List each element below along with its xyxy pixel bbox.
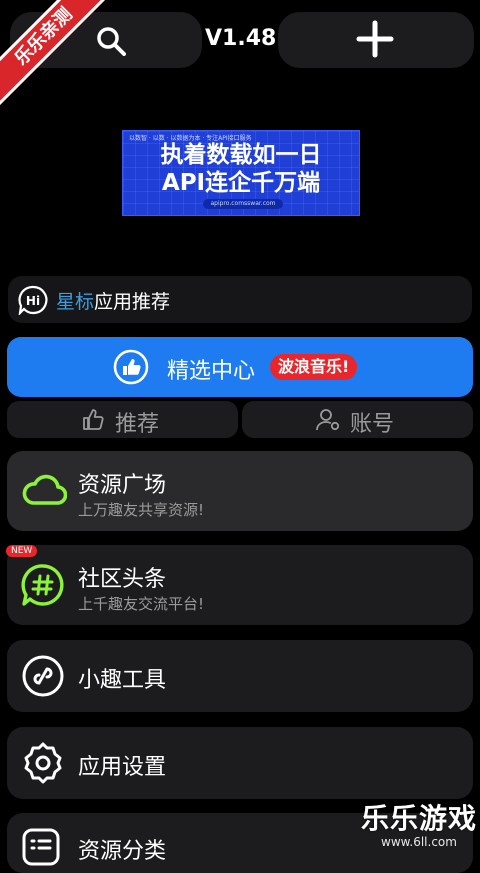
- featured-badge: 波浪音乐!: [270, 354, 358, 380]
- ad-banner[interactable]: 以数智 · 以数 · 以数据为本 · 专注API接口服务 执着数载如一日 API…: [122, 130, 360, 216]
- cloud-icon: [21, 469, 67, 509]
- tools-title: 小趣工具: [78, 668, 167, 693]
- new-badge: NEW: [6, 545, 38, 557]
- featured-center-button[interactable]: 精选中心 波浪音乐!: [7, 337, 473, 397]
- featured-label: 精选中心: [167, 359, 256, 384]
- banner-top-text: 以数智 · 以数 · 以数据为本 · 专注API接口服务: [129, 135, 252, 141]
- recommend-text: 应用推荐: [94, 291, 171, 313]
- banner-headline-1: 执着数载如一日: [160, 142, 322, 168]
- user-settings-icon: [316, 408, 342, 432]
- tab-recommend-label: 推荐: [115, 412, 160, 437]
- add-button[interactable]: [278, 12, 474, 68]
- thumbs-up-icon: [81, 408, 105, 432]
- ribbon-label: 乐乐亲测: [0, 0, 120, 113]
- list-icon: [21, 827, 61, 867]
- banner-headline-2: API连企千万端: [161, 170, 321, 196]
- hashtag-chat-icon: [21, 563, 65, 607]
- app-version: V1.48: [205, 26, 277, 51]
- gear-icon: [21, 741, 65, 785]
- banner-url: apipro.comsswar.com: [203, 199, 283, 209]
- plus-icon: [356, 20, 394, 58]
- tools-card[interactable]: 小趣工具: [7, 640, 473, 712]
- settings-title: 应用设置: [78, 755, 167, 780]
- watermark: 乐乐游戏 www.6ll.com: [360, 803, 478, 853]
- community-news-card[interactable]: 社区头条 上千趣友交流平台!: [7, 545, 473, 625]
- svg-text:Hi: Hi: [26, 294, 40, 308]
- recommend-label: 星标应用推荐: [56, 287, 170, 314]
- recommend-star-text: 星标: [56, 291, 95, 313]
- tab-account-label: 账号: [350, 412, 395, 437]
- resource-category-title: 资源分类: [78, 839, 167, 864]
- tab-recommend[interactable]: 推荐: [7, 401, 238, 438]
- hi-chat-icon: Hi: [18, 285, 48, 315]
- thumbs-up-badge-icon: [113, 349, 149, 385]
- settings-card[interactable]: 应用设置: [7, 727, 473, 799]
- tab-account[interactable]: 账号: [242, 401, 473, 438]
- recommend-strip[interactable]: Hi 星标应用推荐: [8, 276, 472, 323]
- resource-plaza-title: 资源广场: [78, 473, 167, 498]
- link-icon: [21, 654, 65, 698]
- resource-plaza-card[interactable]: 资源广场 上万趣友共享资源!: [7, 451, 473, 531]
- watermark-url: www.6ll.com: [381, 835, 457, 849]
- resource-plaza-subtitle: 上万趣友共享资源!: [78, 501, 205, 519]
- community-news-title: 社区头条: [78, 567, 167, 592]
- community-news-subtitle: 上千趣友交流平台!: [78, 595, 205, 613]
- corner-ribbon: 乐乐亲测: [0, 0, 120, 120]
- watermark-title: 乐乐游戏: [360, 802, 477, 835]
